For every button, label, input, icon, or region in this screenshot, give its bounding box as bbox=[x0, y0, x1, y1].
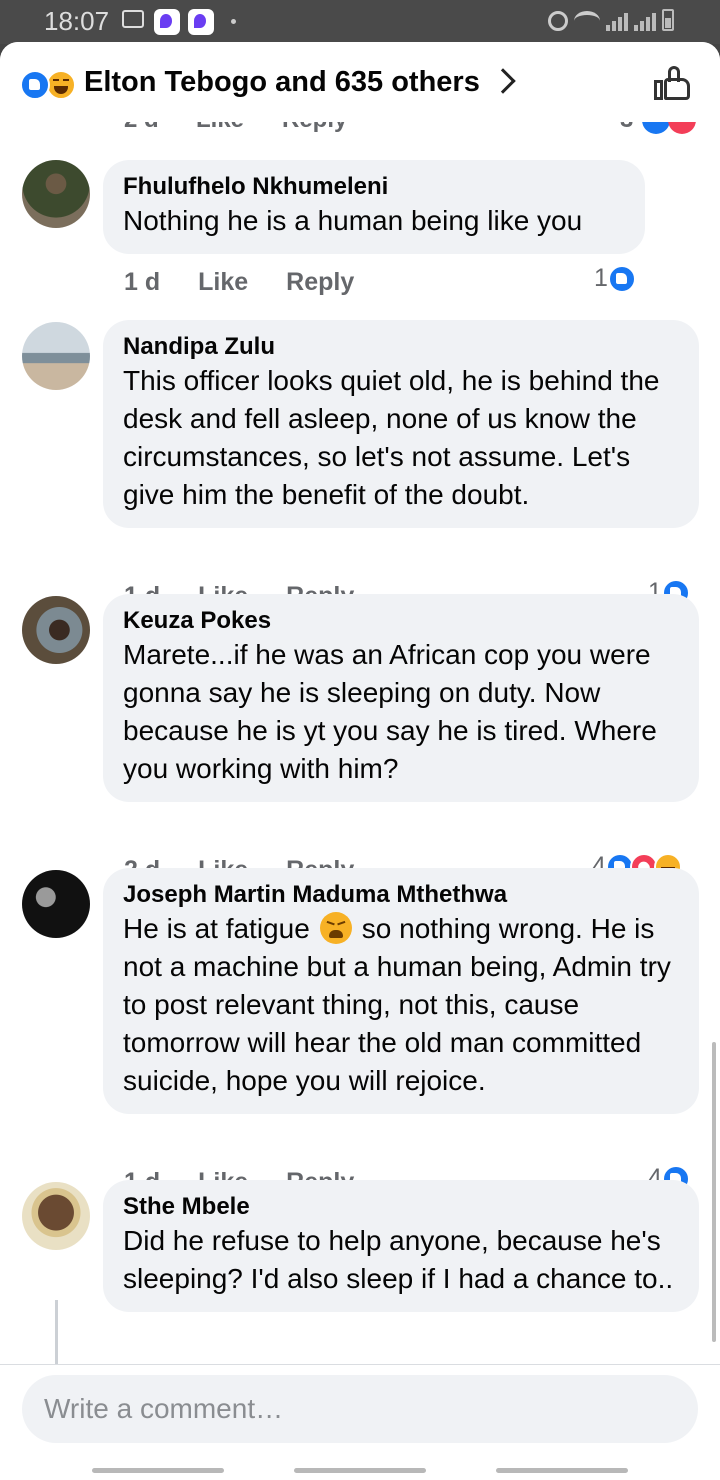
comment-reactions[interactable]: 1 bbox=[594, 264, 636, 293]
comment-time: 2 d bbox=[124, 120, 159, 134]
comment-author[interactable]: Keuza Pokes bbox=[123, 606, 679, 636]
signal-icon bbox=[634, 11, 656, 31]
clipped-comment-meta: 2 d Like Reply 3 bbox=[0, 120, 720, 134]
comment-author[interactable]: Nandipa Zulu bbox=[123, 332, 679, 362]
reactions-header: Elton Tebogo and 635 others bbox=[0, 42, 720, 122]
avatar[interactable] bbox=[22, 160, 90, 228]
wifi-icon bbox=[574, 11, 600, 31]
comment-actions: 1 d Like Reply bbox=[124, 268, 354, 297]
reaction-count: 1 bbox=[594, 264, 608, 292]
avatar[interactable] bbox=[22, 596, 90, 664]
like-reaction-icon bbox=[20, 70, 50, 100]
avatar[interactable] bbox=[22, 870, 90, 938]
comment-bubble[interactable]: Sthe Mbele Did he refuse to help anyone,… bbox=[103, 1180, 699, 1312]
comment-text: Did he refuse to help anyone, because he… bbox=[123, 1225, 674, 1294]
more-notifications-dot-icon bbox=[231, 19, 236, 24]
app-notification-icon bbox=[154, 9, 180, 35]
scrollbar[interactable] bbox=[712, 1042, 716, 1342]
nav-gesture-hint bbox=[294, 1468, 426, 1473]
chevron-right-icon[interactable] bbox=[490, 68, 516, 94]
gesture-navigation-bar bbox=[0, 1459, 720, 1480]
like-link[interactable]: Like bbox=[196, 120, 244, 134]
comment-author[interactable]: Sthe Mbele bbox=[123, 1192, 679, 1222]
avatar[interactable] bbox=[22, 322, 90, 390]
comment-text: This officer looks quiet old, he is behi… bbox=[123, 365, 660, 510]
comment-composer: Write a comment… bbox=[0, 1364, 720, 1480]
comment-bubble[interactable]: Keuza Pokes Marete...if he was an Africa… bbox=[103, 594, 699, 802]
like-link[interactable]: Like bbox=[198, 268, 248, 297]
thumbs-up-icon bbox=[654, 80, 663, 100]
reaction-count: 3 bbox=[620, 120, 633, 134]
battery-icon bbox=[662, 9, 674, 31]
reply-link[interactable]: Reply bbox=[282, 120, 347, 134]
comment-bubble[interactable]: Fhulufhelo Nkhumeleni Nothing he is a hu… bbox=[103, 160, 645, 254]
nav-gesture-hint bbox=[92, 1468, 224, 1473]
nav-gesture-hint bbox=[496, 1468, 628, 1473]
alarm-icon bbox=[548, 11, 568, 31]
comment-author[interactable]: Fhulufhelo Nkhumeleni bbox=[123, 172, 625, 202]
comment-time: 1 d bbox=[124, 268, 161, 296]
comment-bubble[interactable]: Nandipa Zulu This officer looks quiet ol… bbox=[103, 320, 699, 528]
status-indicators bbox=[548, 9, 674, 31]
comment-text: Nothing he is a human being like you bbox=[123, 205, 583, 236]
status-time: 18:07 bbox=[44, 6, 110, 36]
comment-bubble[interactable]: Joseph Martin Maduma Mthethwa He is at f… bbox=[103, 868, 699, 1114]
like-post-button[interactable] bbox=[654, 66, 692, 102]
haha-reaction-icon bbox=[46, 70, 76, 100]
love-reaction-icon bbox=[668, 120, 696, 134]
comment-input[interactable]: Write a comment… bbox=[22, 1375, 698, 1443]
reactors-link[interactable]: Elton Tebogo and 635 others bbox=[84, 66, 480, 99]
comment-text: Marete...if he was an African cop you we… bbox=[123, 639, 657, 784]
signal-icon bbox=[606, 11, 628, 31]
like-reaction-icon bbox=[607, 264, 636, 293]
comment-text: He is at fatigue so nothing wrong. He is … bbox=[123, 910, 679, 1100]
status-bar: 18:07 bbox=[0, 0, 720, 44]
comment-author[interactable]: Joseph Martin Maduma Mthethwa bbox=[123, 880, 679, 910]
weary-face-icon bbox=[319, 912, 352, 944]
app-notification-icon bbox=[188, 9, 214, 35]
comment-text-part: He is at fatigue bbox=[123, 913, 310, 944]
avatar[interactable] bbox=[22, 1182, 90, 1250]
gallery-icon bbox=[122, 10, 144, 28]
reply-link[interactable]: Reply bbox=[286, 268, 354, 297]
like-reaction-icon bbox=[642, 120, 670, 134]
comments-sheet: Elton Tebogo and 635 others 2 d Like Rep… bbox=[0, 42, 720, 1480]
